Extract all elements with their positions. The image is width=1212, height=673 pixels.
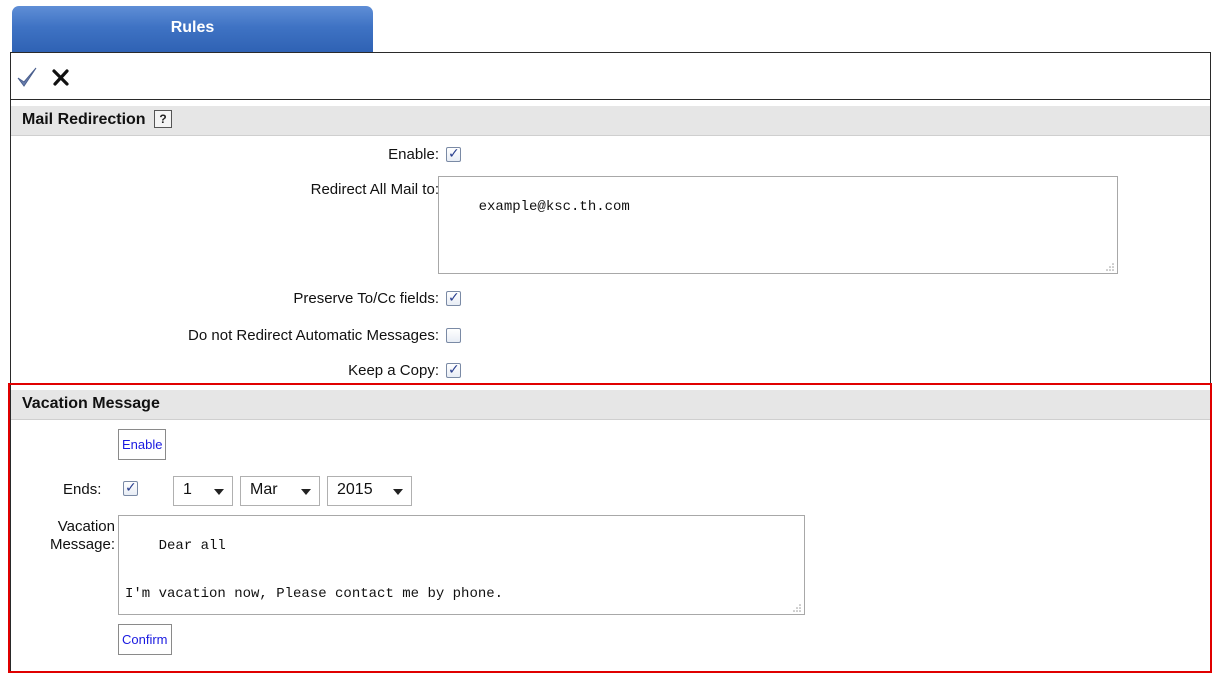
enable-checkbox[interactable]: ✓ (446, 145, 461, 162)
vacation-header: Vacation Message (11, 390, 1210, 420)
preserve-checkbox[interactable]: ✓ (446, 289, 461, 306)
ends-label: Ends: (63, 481, 102, 498)
vacation-message-value: Dear all I'm vacation now, Please contac… (125, 538, 504, 602)
keep-copy-label: Keep a Copy: (348, 362, 439, 379)
resize-grip-icon[interactable] (792, 603, 801, 612)
help-icon[interactable]: ? (154, 110, 173, 128)
day-select[interactable]: 1 (173, 476, 233, 506)
redirect-address-value: example@ksc.th.com (478, 199, 630, 215)
close-icon[interactable] (49, 65, 73, 89)
preserve-label: Preserve To/Cc fields: (293, 290, 439, 307)
redirect-address-field[interactable]: example@ksc.th.com (438, 176, 1118, 274)
enable-label: Enable: (388, 146, 439, 163)
rules-panel: Mail Redirection ? Enable: ✓ Redirect Al… (10, 52, 1211, 672)
redirect-label: Redirect All Mail to: (310, 181, 439, 198)
year-value: 2015 (337, 481, 373, 498)
confirm-button[interactable]: Confirm (118, 624, 172, 655)
toolbar (11, 53, 1210, 100)
mail-redirection-header: Mail Redirection ? (11, 106, 1210, 136)
year-select[interactable]: 2015 (327, 476, 412, 506)
keep-copy-checkbox[interactable]: ✓ (446, 361, 461, 378)
day-value: 1 (183, 481, 192, 498)
ends-checkbox[interactable]: ✓ (123, 479, 138, 496)
end-date-selects: 1 Mar 2015 (173, 476, 423, 506)
tab-rules[interactable]: Rules (12, 6, 373, 52)
chevron-down-icon (301, 489, 311, 495)
vacation-title: Vacation Message (22, 395, 160, 412)
resize-grip-icon[interactable] (1105, 262, 1114, 271)
chevron-down-icon (393, 489, 403, 495)
no-auto-redirect-checkbox[interactable] (446, 328, 461, 343)
month-value: Mar (250, 481, 278, 498)
vacation-message-field[interactable]: Dear all I'm vacation now, Please contac… (118, 515, 805, 615)
vacation-message-label-line1: Vacation (57, 518, 115, 535)
no-auto-redirect-label: Do not Redirect Automatic Messages: (188, 327, 439, 344)
vacation-message-label-line2: Message: (49, 536, 115, 553)
chevron-down-icon (214, 489, 224, 495)
month-select[interactable]: Mar (240, 476, 320, 506)
checkmark-icon[interactable] (15, 65, 39, 89)
mail-redirection-title: Mail Redirection (22, 111, 146, 129)
vacation-enable-button[interactable]: Enable (118, 429, 167, 460)
vacation-message-label: Vacation Message: (23, 518, 115, 554)
